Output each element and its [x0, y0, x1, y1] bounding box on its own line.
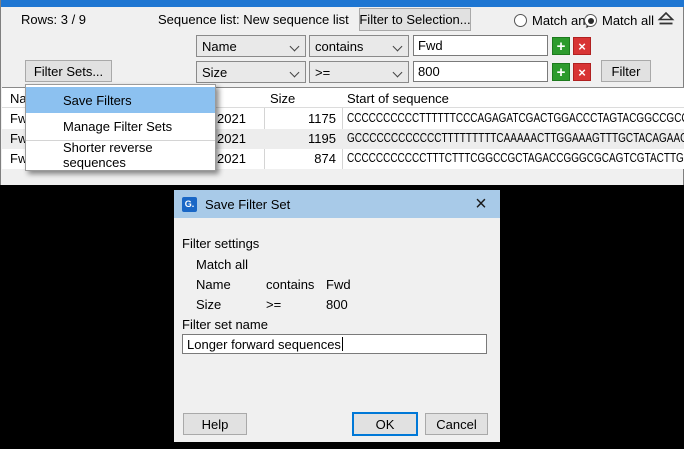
row-size: 1195	[265, 131, 340, 146]
cancel-button[interactable]: Cancel	[425, 413, 488, 435]
criterion-field: Name	[196, 277, 231, 292]
filter-settings-label: Filter settings	[182, 236, 259, 251]
row-size: 1175	[265, 111, 340, 126]
save-filter-set-dialog: G. Save Filter Set × Filter settings Mat…	[174, 190, 500, 442]
row-date-fragment: 2021	[217, 111, 246, 126]
filter-sets-menu: Save Filters Manage Filter Sets Shorter …	[25, 84, 216, 171]
row-date-fragment: 2021	[217, 151, 246, 166]
column-header-start-of-sequence[interactable]: Start of sequence	[347, 91, 449, 106]
row-sequence-wrap: CCCCCCCCCCTTTTTTCCCAGAGATCGACTGGACCCTAGT…	[346, 109, 684, 129]
chevron-down-icon	[393, 68, 403, 78]
menu-item-save-filters[interactable]: Save Filters	[26, 87, 215, 113]
row-sequence: CCCCCCCCCCCTTTCTTTCGGCCGCTAGACCGGGCGCAGT…	[347, 151, 684, 165]
text-caret	[342, 337, 343, 351]
filter-field-select-1[interactable]: Name	[196, 35, 306, 57]
screen: Rows: 3 / 9 Sequence list: New sequence …	[0, 0, 684, 449]
add-filter-row-button[interactable]: +	[552, 63, 570, 81]
close-icon[interactable]: ×	[466, 190, 496, 218]
row-sequence-wrap: GCCCCCCCCCCCCTTTTTTTTTCAAAAACTTGGAAAGTTT…	[346, 129, 684, 149]
filter-button[interactable]: Filter	[601, 60, 651, 82]
row-sequence: CCCCCCCCCCTTTTTTCCCAGAGATCGACTGGACCCTAGT…	[347, 111, 684, 125]
match-all-radio[interactable]	[584, 14, 597, 27]
filter-operator-select-2[interactable]: >=	[309, 61, 409, 83]
filter-field-value-1: Name	[202, 39, 237, 54]
help-button[interactable]: Help	[183, 413, 247, 435]
criterion-value: 800	[326, 297, 348, 312]
row-sequence-wrap: CCCCCCCCCCCTTTCTTTCGGCCGCTAGACCGGGCGCAGT…	[346, 149, 684, 169]
row-sequence: GCCCCCCCCCCCCTTTTTTTTTCAAAAACTTGGAAAGTTT…	[347, 131, 684, 145]
chevron-down-icon	[393, 42, 403, 52]
filter-field-value-2: Size	[202, 65, 227, 80]
collapse-panel-icon[interactable]	[656, 10, 676, 28]
remove-filter-row-button[interactable]: ×	[573, 37, 591, 55]
filter-set-name-label: Filter set name	[182, 317, 268, 332]
filter-operator-value-2: >=	[315, 65, 330, 80]
menu-item-manage-filter-sets[interactable]: Manage Filter Sets	[26, 113, 215, 139]
match-any-label: Match any	[532, 13, 592, 28]
sequence-list-label: Sequence list: New sequence list	[158, 12, 349, 27]
filter-operator-select-1[interactable]: contains	[309, 35, 409, 57]
chevron-down-icon	[290, 42, 300, 52]
criterion-field: Size	[196, 297, 221, 312]
add-filter-row-button[interactable]: +	[552, 37, 570, 55]
criterion-operator: contains	[266, 277, 314, 292]
filter-to-selection-button[interactable]: Filter to Selection...	[359, 8, 471, 31]
match-all-label: Match all	[602, 13, 654, 28]
match-mode-label: Match all	[196, 257, 248, 272]
remove-filter-row-button[interactable]: ×	[573, 63, 591, 81]
column-header-size[interactable]: Size	[270, 91, 295, 106]
filter-value-input-2[interactable]	[413, 61, 548, 82]
filter-sets-button[interactable]: Filter Sets...	[25, 60, 112, 82]
dialog-titlebar: G. Save Filter Set ×	[174, 190, 500, 218]
menu-item-shorter-reverse-sequences[interactable]: Shorter reverse sequences	[26, 142, 215, 168]
criterion-value: Fwd	[326, 277, 351, 292]
filter-set-name-value: Longer forward sequences	[187, 337, 341, 352]
criterion-operator: >=	[266, 297, 281, 312]
match-any-radio[interactable]	[514, 14, 527, 27]
ok-button[interactable]: OK	[352, 412, 418, 436]
filter-set-name-input[interactable]: Longer forward sequences	[182, 334, 487, 354]
app-icon: G.	[182, 197, 197, 212]
filter-operator-value-1: contains	[315, 39, 363, 54]
row-date-fragment: 2021	[217, 131, 246, 146]
row-size: 874	[265, 151, 340, 166]
window-accent-bar	[1, 0, 684, 7]
dialog-title: Save Filter Set	[205, 197, 290, 212]
filter-field-select-2[interactable]: Size	[196, 61, 306, 83]
filter-value-input-1[interactable]	[413, 35, 548, 56]
rows-count-label: Rows: 3 / 9	[21, 12, 86, 27]
chevron-down-icon	[290, 68, 300, 78]
